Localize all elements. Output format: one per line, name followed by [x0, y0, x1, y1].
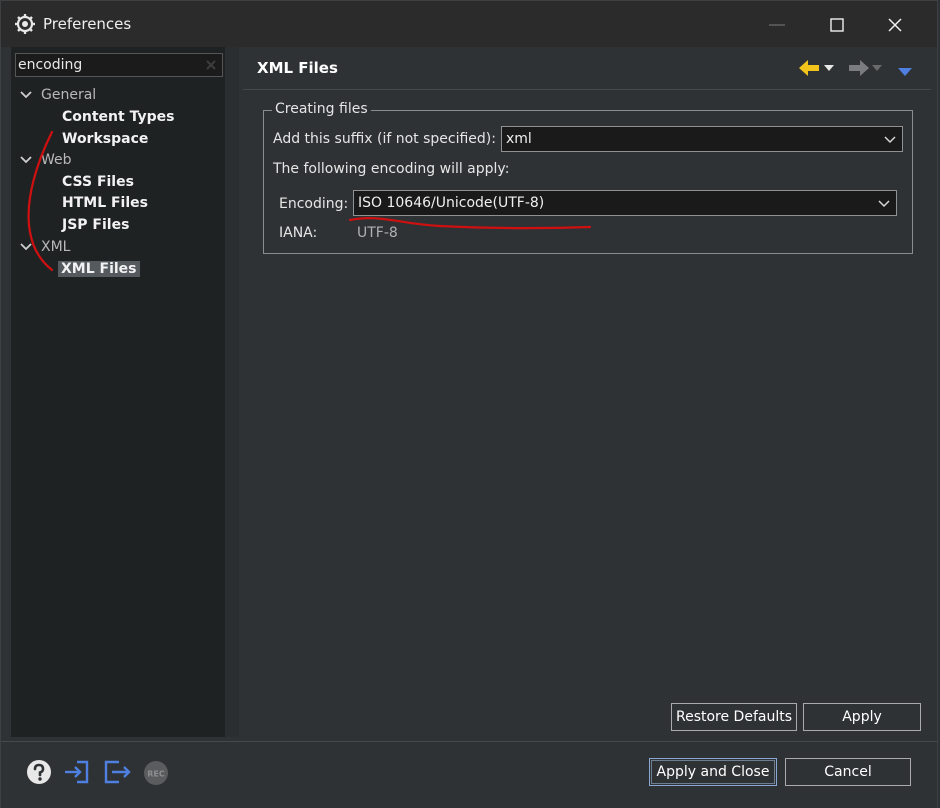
tree-item-workspace[interactable]: Workspace	[62, 129, 148, 149]
chevron-down-icon	[824, 65, 834, 71]
record-icon: REC	[144, 761, 168, 785]
tree-item-html-files[interactable]: HTML Files	[62, 193, 148, 213]
clear-filter-icon[interactable]	[204, 58, 218, 72]
view-menu-button[interactable]	[898, 63, 912, 81]
tree-item-content-types[interactable]: Content Types	[62, 107, 174, 127]
encoding-combo[interactable]: ISO 10646/Unicode(UTF-8)	[353, 190, 897, 216]
import-icon[interactable]	[63, 758, 91, 786]
page-header: XML Files	[243, 47, 931, 90]
iana-label: IANA:	[279, 225, 318, 241]
tree-category-label: Web	[41, 152, 72, 168]
tree-category-general[interactable]: General	[19, 85, 96, 105]
restore-defaults-button[interactable]: Restore Defaults	[671, 703, 797, 731]
cancel-button[interactable]: Cancel	[785, 758, 911, 786]
maximize-icon	[830, 18, 844, 32]
chevron-down-icon	[884, 136, 896, 144]
tree-item-css-files[interactable]: CSS Files	[62, 172, 134, 192]
tree-item-label-selected: XML Files	[58, 261, 140, 277]
tree-category-label: General	[41, 87, 97, 103]
encoding-value: ISO 10646/Unicode(UTF-8)	[358, 195, 545, 211]
tree-item-xml-files[interactable]: XML Files	[58, 259, 140, 279]
minimize-icon	[769, 24, 785, 26]
tree-category-xml[interactable]: XML	[19, 237, 70, 257]
chevron-down-icon	[872, 65, 882, 71]
chevron-down-icon[interactable]	[19, 88, 33, 102]
window-title: Preferences	[43, 15, 132, 33]
apply-label: Apply	[842, 709, 882, 725]
tree-item-label: HTML Files	[62, 195, 148, 211]
filter-input[interactable]	[18, 55, 198, 75]
minimize-button[interactable]	[757, 11, 797, 39]
preference-tree-panel: General Content Types Workspace Web CSS …	[11, 47, 233, 737]
tree-item-label: Workspace	[62, 131, 149, 147]
back-button[interactable]	[799, 59, 834, 77]
view-menu-icon	[898, 68, 912, 76]
page-title: XML Files	[257, 59, 338, 77]
close-icon	[888, 18, 902, 32]
preferences-window: Preferences General Content Types	[0, 0, 938, 808]
chevron-down-icon[interactable]	[19, 153, 33, 167]
restore-defaults-label: Restore Defaults	[675, 709, 793, 725]
tree-category-label: XML	[41, 239, 71, 255]
tree-item-label: CSS Files	[62, 174, 134, 190]
title-bar[interactable]: Preferences	[1, 1, 937, 47]
tree-item-jsp-files[interactable]: JSP Files	[62, 215, 129, 235]
tree-item-label: JSP Files	[62, 217, 130, 233]
forward-arrow-icon	[849, 60, 869, 76]
forward-button[interactable]	[847, 59, 882, 77]
encoding-label: Encoding:	[279, 196, 349, 212]
dialog-footer: REC Apply and Close Cancel	[1, 741, 937, 808]
suffix-value: xml	[506, 131, 532, 147]
tree-item-label: Content Types	[62, 109, 175, 125]
preferences-gear-icon	[15, 14, 35, 34]
apply-and-close-label: Apply and Close	[656, 764, 770, 780]
apply-and-close-button[interactable]: Apply and Close	[649, 758, 777, 786]
maximize-button[interactable]	[817, 11, 857, 39]
close-button[interactable]	[875, 11, 915, 39]
suffix-label: Add this suffix (if not specified):	[273, 131, 496, 147]
filter-field[interactable]	[15, 53, 223, 77]
page-content: Creating files Add this suffix (if not s…	[243, 90, 931, 738]
back-arrow-icon	[799, 60, 819, 76]
iana-value: UTF-8	[357, 225, 398, 241]
help-icon[interactable]	[25, 758, 53, 786]
chevron-down-icon	[878, 200, 890, 208]
export-icon[interactable]	[103, 758, 131, 786]
tree-scrollbar[interactable]	[225, 47, 239, 737]
suffix-combo[interactable]: xml	[501, 126, 903, 152]
encoding-info-text: The following encoding will apply:	[273, 161, 510, 177]
apply-button[interactable]: Apply	[803, 703, 921, 731]
creating-files-group: Creating files Add this suffix (if not s…	[263, 101, 913, 254]
tree-category-web[interactable]: Web	[19, 150, 72, 170]
chevron-down-icon[interactable]	[19, 240, 33, 254]
cancel-label: Cancel	[824, 764, 872, 780]
svg-text:REC: REC	[147, 770, 165, 779]
group-legend: Creating files	[272, 101, 371, 117]
